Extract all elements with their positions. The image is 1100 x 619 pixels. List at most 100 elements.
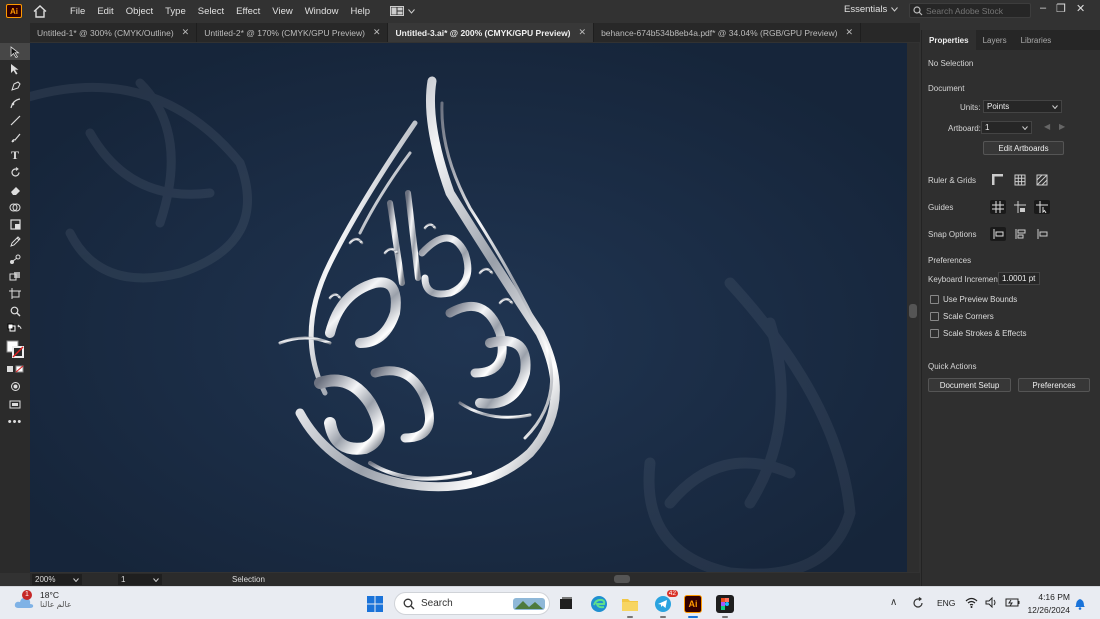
horizontal-scroll-thumb[interactable] (614, 575, 630, 583)
snap-to-pixel-toggle[interactable] (1034, 227, 1050, 241)
line-tool[interactable] (0, 112, 30, 129)
lock-guides-toggle[interactable] (1012, 200, 1028, 214)
system-tray-quick-settings[interactable] (965, 597, 1020, 608)
current-tool-status[interactable]: Selection (232, 575, 265, 584)
previous-artboard-icon[interactable]: ◀ (1044, 122, 1050, 131)
scale-corners-checkbox[interactable]: Scale Corners (930, 312, 994, 321)
keyboard-increment-input[interactable]: 1.0001 pt (998, 272, 1040, 285)
illustrator-window: Ai File Edit Object Type Select Effect V… (0, 0, 1100, 619)
close-button[interactable]: ✕ (1076, 2, 1085, 15)
weather-widget[interactable]: 1 18°C عالم عالنا (14, 589, 72, 609)
taskbar-clock[interactable]: 4:16 PM 12/26/2024 (1024, 591, 1070, 617)
more-icon: ••• (7, 415, 23, 428)
artboard-navigator[interactable]: 1 (118, 574, 162, 585)
artboard-canvas[interactable] (30, 43, 907, 572)
stock-search-input[interactable] (926, 5, 1026, 16)
tab-properties[interactable]: Properties (922, 30, 976, 50)
document-setup-button[interactable]: Document Setup (928, 378, 1011, 392)
rotate-icon (10, 167, 20, 177)
minimize-button[interactable]: – (1040, 2, 1046, 15)
sync-icon[interactable] (911, 596, 925, 612)
task-view-button[interactable] (555, 593, 577, 615)
artboard-select[interactable]: 1 (981, 121, 1032, 134)
grid-toggle[interactable] (1012, 173, 1028, 187)
stock-search-box[interactable] (909, 3, 1031, 18)
telegram-button[interactable]: 42 (652, 590, 678, 618)
default-colors-tool[interactable] (0, 320, 30, 337)
start-button[interactable] (364, 593, 386, 615)
type-tool[interactable]: T (0, 147, 30, 164)
close-icon[interactable]: ✕ (579, 27, 587, 38)
show-guides-toggle[interactable] (990, 200, 1006, 214)
use-preview-bounds-checkbox[interactable]: Use Preview Bounds (930, 295, 1017, 304)
close-icon[interactable]: ✕ (182, 27, 190, 38)
snap-to-point-toggle[interactable] (990, 227, 1006, 241)
menu-window[interactable]: Window (299, 6, 345, 17)
rectangle-tool[interactable] (0, 216, 30, 233)
menu-effect[interactable]: Effect (230, 6, 266, 17)
paintbrush-tool[interactable] (0, 129, 30, 146)
lock-guides-icon (1014, 201, 1026, 213)
tab-untitled-2[interactable]: Untitled-2* @ 170% (CMYK/GPU Preview) ✕ (197, 23, 389, 42)
rotate-tool[interactable] (0, 164, 30, 181)
smart-guides-toggle[interactable] (1034, 200, 1050, 214)
workspace-switcher[interactable]: Essentials (844, 4, 899, 15)
preferences-button[interactable]: Preferences (1018, 378, 1090, 392)
guides-label: Guides (928, 203, 954, 212)
curvature-icon (9, 98, 20, 109)
restore-button[interactable]: ❐ (1056, 2, 1066, 15)
edge-browser-button[interactable] (588, 593, 610, 615)
notifications-icon[interactable] (1074, 597, 1086, 612)
menu-type[interactable]: Type (159, 6, 192, 17)
vertical-scroll-thumb[interactable] (909, 304, 917, 318)
screen-mode-tool[interactable] (0, 396, 30, 413)
menu-edit[interactable]: Edit (91, 6, 119, 17)
scale-strokes-effects-checkbox[interactable]: Scale Strokes & Effects (930, 329, 1026, 338)
zoom-level-select[interactable]: 200% (32, 574, 82, 585)
blend-tool[interactable] (0, 251, 30, 268)
illustrator-taskbar-button[interactable]: Ai (682, 593, 704, 618)
file-explorer-button[interactable] (619, 593, 641, 618)
close-icon[interactable]: ✕ (373, 27, 381, 38)
menu-help[interactable]: Help (345, 6, 377, 17)
curvature-tool[interactable] (0, 95, 30, 112)
menu-select[interactable]: Select (192, 6, 230, 17)
tab-untitled-1[interactable]: Untitled-1* @ 300% (CMYK/Outline) ✕ (30, 23, 198, 42)
next-artboard-icon[interactable]: ▶ (1059, 122, 1065, 131)
more-tools-button[interactable]: ••• (0, 413, 30, 430)
chevron-down-icon (73, 577, 79, 582)
edit-artboards-button[interactable]: Edit Artboards (983, 141, 1064, 155)
tab-libraries[interactable]: Libraries (1014, 30, 1059, 50)
artboard-tool[interactable] (0, 285, 30, 302)
live-paint-tool[interactable] (0, 268, 30, 285)
tab-layers[interactable]: Layers (976, 30, 1014, 50)
fill-stroke-swatch[interactable] (0, 337, 30, 361)
home-icon[interactable] (32, 3, 48, 19)
arrange-documents-button[interactable] (390, 6, 415, 16)
selection-tool[interactable] (0, 43, 30, 61)
pen-tool[interactable] (0, 78, 30, 95)
taskbar-search[interactable]: Search (394, 592, 550, 615)
tab-untitled-3[interactable]: Untitled-3.ai* @ 200% (CMYK/GPU Preview)… (388, 23, 595, 42)
color-mode-tool[interactable] (0, 361, 30, 378)
draw-mode-icon (10, 382, 20, 392)
close-icon[interactable]: ✕ (845, 27, 853, 38)
figma-taskbar-button[interactable] (714, 593, 736, 618)
menu-file[interactable]: File (64, 6, 91, 17)
snap-to-grid-toggle[interactable] (1012, 227, 1028, 241)
eraser-tool[interactable] (0, 181, 30, 198)
transparency-grid-toggle[interactable] (1034, 173, 1050, 187)
zoom-tool[interactable] (0, 302, 30, 319)
direct-selection-tool[interactable] (0, 60, 30, 77)
menu-object[interactable]: Object (120, 6, 159, 17)
shape-builder-tool[interactable] (0, 199, 30, 216)
show-hidden-icons-button[interactable]: ∧ (890, 597, 897, 608)
eyedropper-tool[interactable] (0, 233, 30, 250)
rulers-toggle[interactable] (990, 173, 1006, 187)
units-select[interactable]: Points (983, 100, 1062, 113)
draw-mode-tool[interactable] (0, 378, 30, 395)
input-language-indicator[interactable]: ENG (937, 598, 955, 608)
tab-behance-pdf[interactable]: behance-674b534b8eb4a.pdf* @ 34.04% (RGB… (594, 23, 861, 42)
menu-view[interactable]: View (266, 6, 298, 17)
taskbar-search-label: Search (421, 598, 453, 609)
